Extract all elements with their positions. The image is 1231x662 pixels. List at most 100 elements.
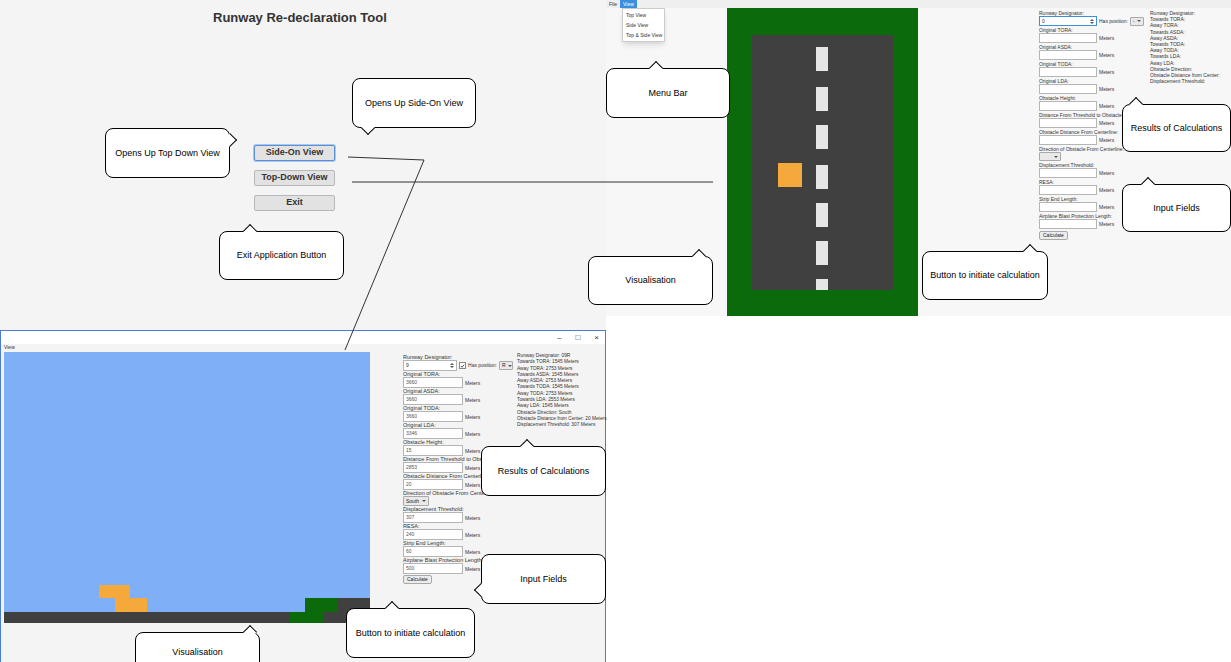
text-input[interactable]: 3660 xyxy=(403,394,463,405)
check-icon xyxy=(460,363,465,369)
field-row: 3346Meters xyxy=(403,428,513,439)
launcher-button[interactable]: Exit xyxy=(254,195,335,211)
field-row: South xyxy=(403,496,513,506)
menu-item[interactable]: File xyxy=(606,0,620,8)
text-input[interactable]: 3346 xyxy=(403,428,463,439)
field-row: 3660Meters xyxy=(403,411,513,422)
unit-label: Meters xyxy=(465,566,480,572)
text-input[interactable] xyxy=(1039,202,1097,212)
unit-label: Meters xyxy=(465,515,480,521)
centerline-dash xyxy=(816,125,828,149)
select-box[interactable]: South xyxy=(403,496,429,506)
text-input[interactable] xyxy=(1039,33,1097,43)
field-row: Meters xyxy=(1039,33,1150,43)
result-line: Towards ASDA: xyxy=(1150,29,1220,35)
callout-text: Exit Application Button xyxy=(237,250,327,261)
callout-text: Input Fields xyxy=(520,574,567,585)
text-input[interactable] xyxy=(1039,101,1097,111)
callout-text: Opens Up Side-On View xyxy=(365,98,463,109)
spinner-arrows-icon[interactable] xyxy=(1090,19,1094,24)
result-line: Away TORA: 2753 Meters xyxy=(517,366,607,372)
select-value: - xyxy=(1133,19,1135,24)
designator-row: 0Has position:- xyxy=(1039,16,1150,26)
text-input[interactable] xyxy=(1039,135,1097,145)
position-checkbox[interactable] xyxy=(459,362,466,369)
centerline-dash xyxy=(816,165,828,189)
callout-text: Results of Calculations xyxy=(1131,123,1223,134)
text-input[interactable]: 2853 xyxy=(403,462,463,473)
text-input[interactable]: 3660 xyxy=(403,411,463,422)
field-row: 307Meters xyxy=(403,512,513,523)
input-value: 2853 xyxy=(406,465,417,470)
threshold-marker xyxy=(290,612,323,623)
dropdown-item[interactable]: Top View xyxy=(623,10,664,20)
input-value: 240 xyxy=(406,532,414,537)
unit-label: Meters xyxy=(1099,221,1114,227)
dropdown-item[interactable]: Top & Side View xyxy=(623,30,664,40)
callout: Menu Bar xyxy=(606,68,730,118)
window-control[interactable]: – xyxy=(557,334,561,342)
unit-label: Meters xyxy=(465,532,480,538)
title-bar: – □ × xyxy=(1,331,605,344)
spinner-value: 9 xyxy=(406,363,409,368)
spinner-value: 0 xyxy=(1042,19,1045,24)
text-input[interactable] xyxy=(1039,219,1097,229)
callout: Visualisation xyxy=(135,632,260,662)
field-row: 3660Meters xyxy=(403,394,513,405)
menu-bar: FileView xyxy=(606,0,1231,8)
unit-label: Meters xyxy=(1099,52,1114,58)
designator-spinner[interactable]: 0 xyxy=(1039,16,1097,26)
result-line: Away ASDA: 2753 Meters xyxy=(517,378,607,384)
unit-label: Meters xyxy=(1099,204,1114,210)
text-input[interactable] xyxy=(1039,185,1097,195)
text-input[interactable]: 20 xyxy=(403,479,463,490)
dropdown-item[interactable]: Side View xyxy=(623,20,664,30)
select-box[interactable]: R xyxy=(499,361,513,370)
unit-label: Meters xyxy=(465,465,480,471)
menu-item[interactable]: View xyxy=(620,0,637,8)
result-line: Towards LDA: xyxy=(1150,53,1220,59)
result-line: Away TODA: 2753 Meters xyxy=(517,391,607,397)
text-input[interactable]: 15 xyxy=(403,445,463,456)
select-box[interactable]: - xyxy=(1130,17,1144,26)
obstacle xyxy=(778,163,802,187)
text-input[interactable] xyxy=(1039,50,1097,60)
unit-label: Meters xyxy=(465,431,480,437)
centerline-dash xyxy=(816,203,828,227)
text-input[interactable]: 60 xyxy=(403,546,463,557)
calculate-button[interactable]: Calculate xyxy=(403,575,432,584)
result-line: Displacement Threshold: 307 Meters xyxy=(517,422,607,428)
input-value: 500 xyxy=(406,566,414,571)
select-box[interactable] xyxy=(1039,152,1061,161)
window-control[interactable]: × xyxy=(594,334,599,342)
callout-text: Results of Calculations xyxy=(498,466,590,477)
text-input[interactable]: 500 xyxy=(403,563,463,574)
text-input[interactable]: 240 xyxy=(403,529,463,540)
caret-icon xyxy=(1137,20,1141,22)
callout-text: Button to initiate calculation xyxy=(930,270,1040,281)
unit-label: Meters xyxy=(1099,35,1114,41)
designator-spinner[interactable]: 9 xyxy=(403,360,457,371)
callout: Visualisation xyxy=(588,256,713,305)
spinner-arrows-icon[interactable] xyxy=(450,363,454,368)
launcher-button[interactable]: Top-Down View xyxy=(254,170,335,186)
text-input[interactable]: 307 xyxy=(403,512,463,523)
result-line: Towards TODA: 1545 Meters xyxy=(517,384,607,390)
callout-text: Opens Up Top Down View xyxy=(115,148,220,159)
text-input[interactable] xyxy=(1039,118,1097,128)
launcher-button[interactable]: Side-On View xyxy=(254,145,335,161)
text-input[interactable]: 3660 xyxy=(403,377,463,388)
field-group: Runway Designator:9Has position:R xyxy=(403,354,513,371)
calculate-button[interactable]: Calculate xyxy=(1039,231,1068,240)
text-input[interactable] xyxy=(1039,168,1097,178)
text-input[interactable] xyxy=(1039,67,1097,77)
callout: Input Fields xyxy=(481,554,606,604)
menu-item[interactable]: View xyxy=(4,345,15,350)
unit-label: Meters xyxy=(465,482,480,488)
text-input[interactable] xyxy=(1039,84,1097,94)
sky xyxy=(4,352,370,612)
field-group: Original ASDA:Meters xyxy=(1039,44,1150,60)
window-control[interactable]: □ xyxy=(575,334,580,342)
callout-text: Visualisation xyxy=(625,275,675,286)
input-value: 3660 xyxy=(406,414,417,419)
